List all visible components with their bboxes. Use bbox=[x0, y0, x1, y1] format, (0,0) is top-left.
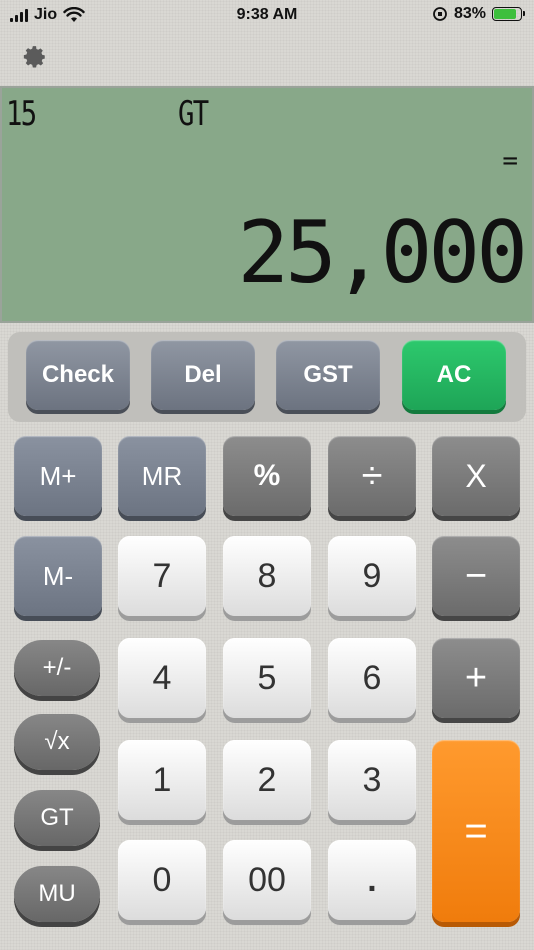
grand-total-button[interactable]: GT bbox=[14, 790, 100, 846]
memory-recall-button[interactable]: MR bbox=[118, 436, 206, 516]
status-right: 83% bbox=[432, 5, 525, 23]
plus-minus-button[interactable]: +/- bbox=[14, 640, 100, 696]
digit-9-button[interactable]: 9 bbox=[328, 536, 416, 616]
check-button[interactable]: Check bbox=[26, 340, 130, 410]
square-root-button[interactable]: √x bbox=[14, 714, 100, 770]
digit-3-button[interactable]: 3 bbox=[328, 740, 416, 820]
orientation-lock-icon bbox=[433, 7, 447, 21]
battery-icon bbox=[492, 7, 525, 21]
digit-8-button[interactable]: 8 bbox=[223, 536, 311, 616]
equals-button[interactable]: = bbox=[432, 740, 520, 922]
memory-add-button[interactable]: M+ bbox=[14, 436, 102, 516]
digit-2-button[interactable]: 2 bbox=[223, 740, 311, 820]
item-count: 15 bbox=[6, 94, 37, 134]
memory-subtract-button[interactable]: M- bbox=[14, 536, 102, 616]
display-value: 25,000 bbox=[237, 203, 528, 303]
delete-button[interactable]: Del bbox=[151, 340, 255, 410]
operator-indicator: = bbox=[502, 146, 518, 176]
add-button[interactable]: + bbox=[432, 638, 520, 718]
gst-button[interactable]: GST bbox=[276, 340, 380, 410]
digit-1-button[interactable]: 1 bbox=[118, 740, 206, 820]
all-clear-button[interactable]: AC bbox=[402, 340, 506, 410]
lcd-display: 15 GT = 25,000 bbox=[0, 86, 534, 323]
multiply-button[interactable]: X bbox=[432, 436, 520, 516]
markup-button[interactable]: MU bbox=[14, 866, 100, 922]
decimal-point-button[interactable]: . bbox=[328, 840, 416, 920]
status-bar: Jio 9:38 AM 83% bbox=[0, 0, 534, 32]
gt-indicator: GT bbox=[178, 94, 209, 134]
gear-icon[interactable] bbox=[22, 44, 48, 70]
subtract-button[interactable]: − bbox=[432, 536, 520, 616]
digit-6-button[interactable]: 6 bbox=[328, 638, 416, 718]
digit-7-button[interactable]: 7 bbox=[118, 536, 206, 616]
digit-0-button[interactable]: 0 bbox=[118, 840, 206, 920]
digit-5-button[interactable]: 5 bbox=[223, 638, 311, 718]
divide-button[interactable]: ÷ bbox=[328, 436, 416, 516]
battery-percent: 83% bbox=[453, 5, 486, 22]
digit-4-button[interactable]: 4 bbox=[118, 638, 206, 718]
percent-button[interactable]: % bbox=[223, 436, 311, 516]
double-zero-button[interactable]: 00 bbox=[223, 840, 311, 920]
